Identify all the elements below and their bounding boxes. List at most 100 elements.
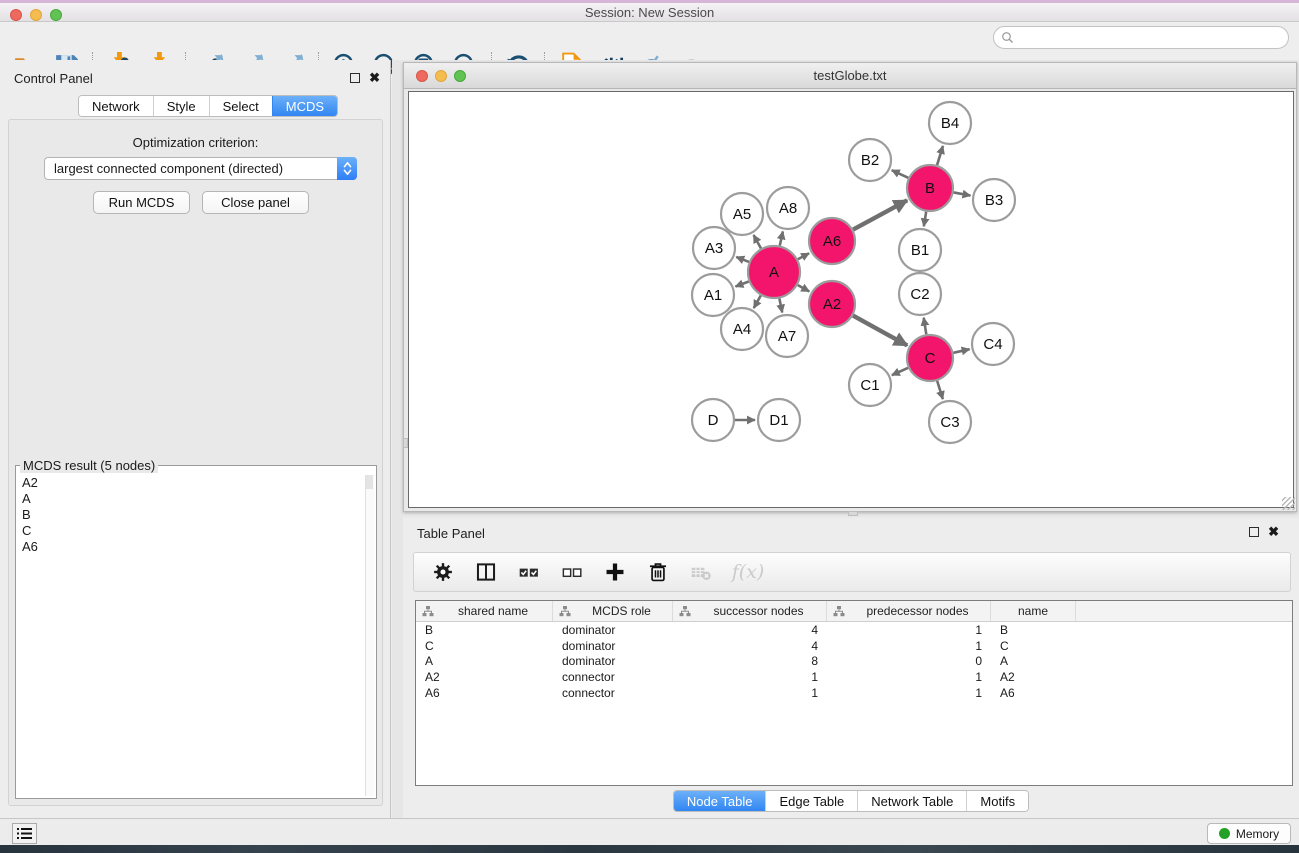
table-row[interactable]: A6connector11A6 (416, 685, 1292, 701)
table-settings-button[interactable] (428, 557, 458, 587)
table-cell[interactable]: 1 (827, 623, 991, 637)
table-cell[interactable]: A6 (416, 686, 553, 700)
show-columns-button[interactable] (471, 557, 501, 587)
edge-C-C4[interactable] (953, 349, 969, 353)
memory-button[interactable]: Memory (1207, 823, 1291, 844)
table-cell[interactable]: A (416, 654, 553, 668)
column-header-MCDS-role[interactable]: MCDS role (553, 601, 673, 621)
tab-mcds[interactable]: MCDS (272, 96, 337, 116)
node-C3[interactable]: C3 (929, 401, 971, 443)
splitpane-handle[interactable] (848, 511, 858, 516)
node-table[interactable]: shared nameMCDS rolesuccessor nodesprede… (415, 600, 1293, 786)
edge-A-A4[interactable] (754, 296, 761, 309)
table-cell[interactable]: 1 (673, 670, 827, 684)
window-resize-grip[interactable] (1282, 497, 1295, 510)
node-A8[interactable]: A8 (767, 187, 809, 229)
panel-divider[interactable] (392, 60, 403, 818)
edge-A-A8[interactable] (780, 231, 783, 245)
node-B4[interactable]: B4 (929, 102, 971, 144)
edge-A-A2[interactable] (798, 285, 810, 291)
table-cell[interactable]: B (991, 623, 1076, 637)
control-panel-float-button[interactable] (350, 73, 360, 83)
node-B3[interactable]: B3 (973, 179, 1015, 221)
zoom-window-button[interactable] (50, 9, 62, 21)
node-A7[interactable]: A7 (766, 315, 808, 357)
table-cell[interactable]: 1 (673, 686, 827, 700)
table-cell[interactable]: connector (553, 686, 673, 700)
edge-C-C3[interactable] (937, 381, 943, 399)
control-panel-close-button[interactable]: ✖ (369, 73, 380, 83)
table-panel-float-button[interactable] (1249, 527, 1259, 537)
delete-column-button[interactable] (643, 557, 673, 587)
node-A6[interactable]: A6 (809, 218, 855, 264)
search-box[interactable] (993, 26, 1289, 49)
table-cell[interactable]: connector (553, 670, 673, 684)
edge-A-A3[interactable] (736, 257, 749, 262)
close-panel-button[interactable]: Close panel (202, 191, 309, 214)
edge-C-C2[interactable] (924, 318, 927, 335)
column-header-successor-nodes[interactable]: successor nodes (673, 601, 827, 621)
mcds-result-item[interactable]: B (18, 507, 374, 523)
node-C4[interactable]: C4 (972, 323, 1014, 365)
task-history-button[interactable] (12, 823, 37, 844)
column-header-shared-name[interactable]: shared name (416, 601, 553, 621)
mcds-result-item[interactable]: A2 (18, 475, 374, 491)
edge-B-B2[interactable] (892, 170, 909, 178)
mcds-result-item[interactable]: C (18, 523, 374, 539)
node-A3[interactable]: A3 (693, 227, 735, 269)
node-A4[interactable]: A4 (721, 308, 763, 350)
column-header-name[interactable]: name (991, 601, 1076, 621)
network-minimize-button[interactable] (435, 70, 447, 82)
table-cell[interactable]: A (991, 654, 1076, 668)
tab-edge-table[interactable]: Edge Table (765, 791, 857, 811)
table-cell[interactable]: A2 (991, 670, 1076, 684)
edge-B-B3[interactable] (954, 192, 971, 195)
table-row[interactable]: A2connector11A2 (416, 669, 1292, 685)
edge-B-B1[interactable] (924, 212, 926, 227)
network-close-button[interactable] (416, 70, 428, 82)
node-D1[interactable]: D1 (758, 399, 800, 441)
tab-network[interactable]: Network (79, 96, 153, 116)
table-cell[interactable]: 1 (827, 686, 991, 700)
table-panel-close-button[interactable]: ✖ (1268, 527, 1279, 537)
network-canvas[interactable]: B4B2BB3A8A5A6A3B1AC2A1A2A4A7C4CC1C3DD1 (408, 91, 1294, 508)
node-A5[interactable]: A5 (721, 193, 763, 235)
edge-A-A5[interactable] (754, 235, 761, 248)
edge-A-A6[interactable] (798, 253, 809, 259)
node-A1[interactable]: A1 (692, 274, 734, 316)
edge-A-A1[interactable] (735, 282, 748, 287)
splitpane-handle[interactable] (403, 438, 408, 448)
select-all-button[interactable] (514, 557, 544, 587)
table-cell[interactable]: 1 (827, 639, 991, 653)
tab-network-table[interactable]: Network Table (857, 791, 966, 811)
search-input[interactable] (1014, 29, 1288, 47)
mcds-result-item[interactable]: A6 (18, 539, 374, 555)
node-B2[interactable]: B2 (849, 139, 891, 181)
table-cell[interactable]: 8 (673, 654, 827, 668)
table-cell[interactable]: dominator (553, 654, 673, 668)
table-cell[interactable]: 0 (827, 654, 991, 668)
network-window-titlebar[interactable]: testGlobe.txt (404, 63, 1296, 89)
node-B1[interactable]: B1 (899, 229, 941, 271)
close-window-button[interactable] (10, 9, 22, 21)
edge-A2-C[interactable] (853, 316, 907, 346)
table-row[interactable]: Cdominator41C (416, 638, 1292, 654)
edge-A6-B[interactable] (853, 200, 907, 229)
edge-A-A7[interactable] (779, 298, 782, 312)
table-cell[interactable]: B (416, 623, 553, 637)
add-column-button[interactable] (600, 557, 630, 587)
run-mcds-button[interactable]: Run MCDS (93, 191, 190, 214)
edge-B-B4[interactable] (937, 146, 943, 165)
node-C2[interactable]: C2 (899, 273, 941, 315)
mcds-result-item[interactable]: A (18, 491, 374, 507)
mcds-result-list[interactable]: A2ABCA6 (18, 475, 374, 796)
table-cell[interactable]: 1 (827, 670, 991, 684)
table-cell[interactable]: C (991, 639, 1076, 653)
tab-node-table[interactable]: Node Table (674, 791, 766, 811)
tab-style[interactable]: Style (153, 96, 209, 116)
table-cell[interactable]: A2 (416, 670, 553, 684)
table-cell[interactable]: dominator (553, 639, 673, 653)
column-header-predecessor-nodes[interactable]: predecessor nodes (827, 601, 991, 621)
node-C1[interactable]: C1 (849, 364, 891, 406)
edge-C-C1[interactable] (892, 368, 908, 375)
